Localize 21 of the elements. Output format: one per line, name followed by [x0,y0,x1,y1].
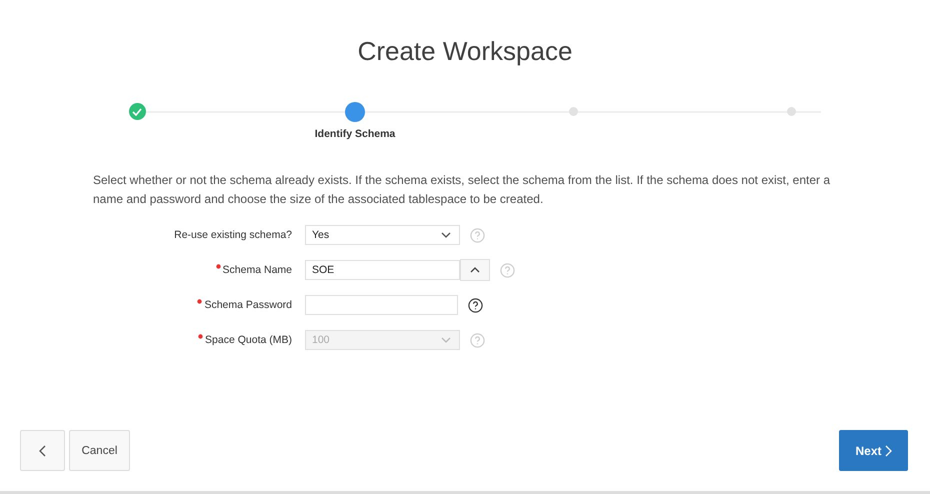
page-title: Create Workspace [356,36,574,67]
field-label: Schema Password [204,299,292,311]
back-button[interactable] [20,430,65,471]
help-icon[interactable] [468,298,483,312]
chevron-down-icon [441,232,451,238]
instructions-text: Select whether or not the schema already exists. If the schema exists, select the schema from the list. If the schema does not exist, enter a name and password and choose the size of the associated tablespace to be created. [93,172,832,208]
chevron-down-icon [441,337,451,343]
step-label: Identify Schema [314,128,396,140]
text-field[interactable]: SOE [305,260,460,280]
field-label: Space Quota (MB) [205,334,292,346]
chevron-right-icon [884,444,892,456]
chevron-up-icon [470,267,480,273]
next-button[interactable]: Next [839,430,908,471]
select-field[interactable]: Yes [305,225,460,245]
field-label: Schema Name [222,264,292,276]
expand-button[interactable] [460,259,490,281]
password-field[interactable] [305,295,458,315]
cancel-button[interactable]: Cancel [69,430,130,471]
check-icon [132,108,142,116]
field-label: Re-use existing schema? [174,229,292,241]
chevron-left-icon [39,444,46,456]
